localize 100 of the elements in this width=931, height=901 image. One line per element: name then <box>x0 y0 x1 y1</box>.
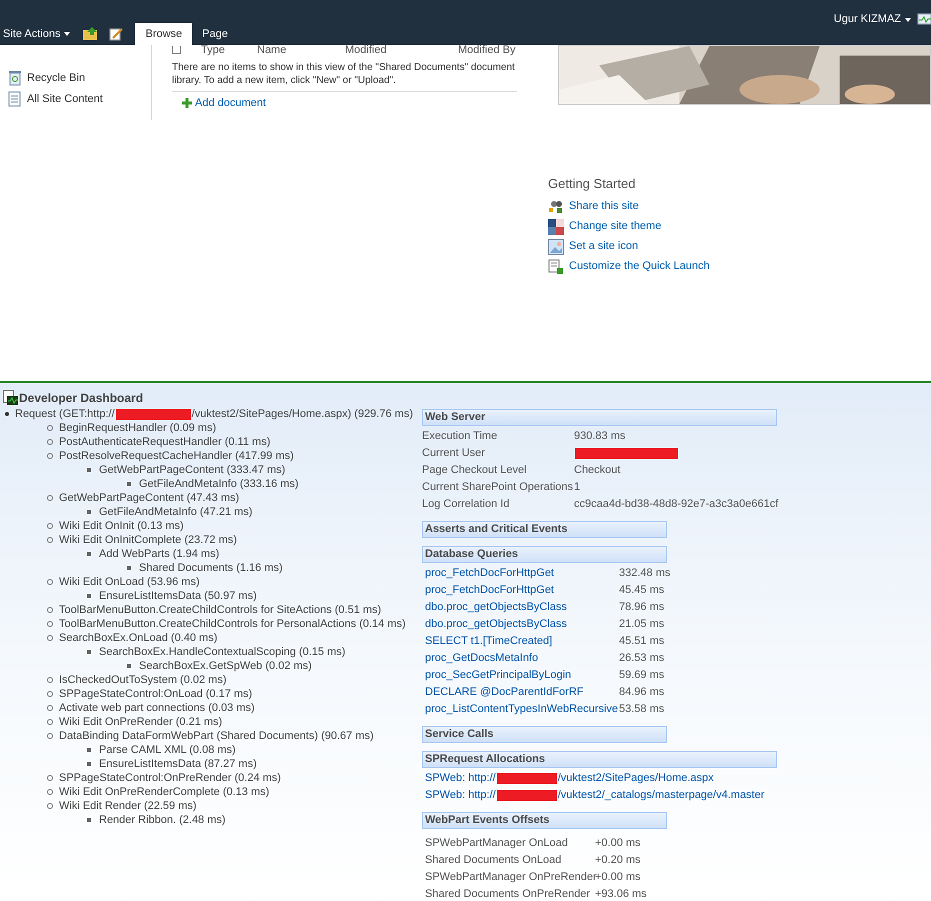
plus-icon <box>182 98 192 108</box>
section-header: Web Server <box>422 409 777 426</box>
bullet-icon <box>47 635 53 641</box>
tree-entry: BeginRequestHandler (0.09 ms) <box>59 420 216 436</box>
bullet-icon <box>87 510 91 514</box>
ribbon-tab[interactable]: Page <box>192 23 238 45</box>
redaction-bar <box>496 790 557 801</box>
bullet-icon <box>47 607 53 613</box>
section-header: Database Queries <box>422 546 667 563</box>
tree-entry: SearchBoxEx.HandleContextualScoping (0.15 ms) <box>99 644 346 660</box>
tree-entry: Wiki Edit OnInit (0.13 ms) <box>59 518 184 534</box>
info-label: Execution Time <box>422 429 498 444</box>
event-offset: +0.00 ms <box>595 870 641 886</box>
column-header[interactable]: Name <box>257 45 345 55</box>
query-time: 84.96 ms <box>619 685 664 700</box>
bullet-icon <box>127 566 131 570</box>
bullet-icon <box>47 789 53 795</box>
bullet-icon <box>47 453 53 459</box>
empty-library-message: There are no items to show in this view of the "Shared Documents" document library. To add a new item, click "New" or "Upload". <box>172 61 516 87</box>
bullet-icon <box>47 803 53 809</box>
getting-started-link[interactable]: Share this site <box>548 196 931 216</box>
event-label: SPWebPartManager OnPreRender <box>425 870 595 886</box>
bullet-icon <box>87 748 91 752</box>
tree-entry: Wiki Edit OnLoad (53.96 ms) <box>59 574 200 590</box>
info-value: 1 <box>574 480 580 496</box>
allocation-link[interactable]: SPWeb: http:// /vuktest2/_catalogs/masterpage/v4.master <box>425 787 764 804</box>
tree-entry: SearchBoxEx.OnLoad (0.40 ms) <box>59 630 218 646</box>
tree-entry: Activate web part connections (0.03 ms) <box>59 700 255 716</box>
getting-started-link[interactable]: Set a site icon <box>548 236 931 256</box>
user-menu[interactable]: Ugur KIZMAZ <box>834 11 911 28</box>
query-link[interactable]: dbo.proc_getObjectsByClass <box>425 616 619 633</box>
query-time: 45.51 ms <box>619 634 664 650</box>
query-link[interactable]: dbo.proc_getObjectsByClass <box>425 599 619 616</box>
query-time: 45.45 ms <box>619 583 664 598</box>
column-header[interactable]: Modified By <box>458 45 538 55</box>
caret-icon <box>905 18 911 22</box>
query-link[interactable]: proc_FetchDocForHttpGet <box>425 565 619 582</box>
tree-entry: Wiki Edit OnPreRenderComplete (0.13 ms) <box>59 784 270 800</box>
tree-entry: GetWebPartPageContent (333.47 ms) <box>99 462 286 478</box>
info-label: Current User <box>422 446 486 462</box>
event-label: SPWebPartManager OnLoad <box>425 836 569 852</box>
tree-entry: Shared Documents (1.16 ms) <box>139 560 283 576</box>
tree-entry: Render Ribbon. (2.48 ms) <box>99 812 226 828</box>
info-label: Current SharePoint Operations <box>422 480 574 496</box>
query-link[interactable]: proc_GetDocsMetaInfo <box>425 650 619 667</box>
column-header[interactable]: Modified <box>345 45 458 55</box>
section-header: Service Calls <box>422 726 667 743</box>
getting-started-link[interactable]: Change site theme <box>548 216 931 236</box>
query-link[interactable]: SELECT t1.[TimeCreated] <box>425 633 619 650</box>
bullet-icon <box>47 439 53 445</box>
section-header: Asserts and Critical Events <box>422 521 667 538</box>
bullet-icon <box>47 775 53 781</box>
dashboard-icon <box>3 390 19 406</box>
column-header[interactable]: Type <box>201 45 257 55</box>
event-offset: +0.00 ms <box>595 836 641 852</box>
tree-entry: SPPageStateControl:OnPreRender (0.24 ms) <box>59 770 281 786</box>
tree-entry: ToolBarMenuButton.CreateChildControls for PersonalActions (0.14 ms) <box>59 616 406 632</box>
people-key-icon <box>548 198 564 214</box>
bullet-icon <box>87 818 91 822</box>
tree-entry: DataBinding DataFormWebPart (Shared Documents) (90.67 ms) <box>59 728 374 744</box>
bullet-icon <box>47 425 53 431</box>
bullet-icon <box>47 719 53 725</box>
query-link[interactable]: proc_SecGetPrincipalByLogin <box>425 667 619 684</box>
info-value: 930.83 ms <box>574 429 626 444</box>
bullet-icon <box>87 552 91 556</box>
bullet-icon <box>127 482 131 486</box>
allocation-link[interactable]: SPWeb: http:// /vuktest2/SitePages/Home.aspx <box>425 770 714 787</box>
info-label: Log Correlation Id <box>422 497 510 512</box>
quick-launch-link[interactable]: Recycle Bin <box>8 70 151 86</box>
query-time: 53.58 ms <box>619 702 664 718</box>
bullet-icon <box>47 691 53 697</box>
image-icon <box>548 238 564 254</box>
tree-entry: IsCheckedOutToSystem (0.02 ms) <box>59 672 227 688</box>
site-actions-menu[interactable]: Site Actions <box>0 23 74 45</box>
query-link[interactable]: proc_ListContentTypesInWebRecursive <box>425 701 619 718</box>
query-time: 78.96 ms <box>619 600 664 616</box>
bullet-icon <box>87 594 91 598</box>
tree-entry: EnsureListItemsData (50.97 ms) <box>99 588 257 604</box>
bullet-icon <box>87 468 91 472</box>
monitor-icon[interactable] <box>917 12 931 28</box>
getting-started-link[interactable]: Customize the Quick Launch <box>548 256 931 276</box>
ribbon-tab[interactable]: Browse <box>135 23 192 45</box>
tree-entry: SearchBoxEx.GetSpWeb (0.02 ms) <box>139 658 312 674</box>
tree-entry: EnsureListItemsData (87.27 ms) <box>99 756 257 772</box>
bullet-icon <box>47 733 53 739</box>
redaction-bar <box>496 773 557 784</box>
bullet-icon <box>47 523 53 529</box>
tree-entry: PostResolveRequestCacheHandler (417.99 ms) <box>59 448 294 464</box>
query-time: 332.48 ms <box>619 566 670 582</box>
checkbox-icon[interactable] <box>172 46 181 54</box>
bullet-icon <box>87 650 91 654</box>
bullet-icon <box>47 705 53 711</box>
add-document-link[interactable]: Add document <box>182 95 558 112</box>
tree-entry: Wiki Edit Render (22.59 ms) <box>59 798 197 814</box>
tree-entry: GetFileAndMetaInfo (333.16 ms) <box>139 476 299 492</box>
query-link[interactable]: DECLARE @DocParentIdForRF <box>425 684 619 701</box>
query-link[interactable]: proc_FetchDocForHttpGet <box>425 582 619 599</box>
quick-launch-link[interactable]: All Site Content <box>8 90 151 107</box>
info-value: Checkout <box>574 463 620 478</box>
event-label: Shared Documents OnPreRender <box>425 887 592 901</box>
